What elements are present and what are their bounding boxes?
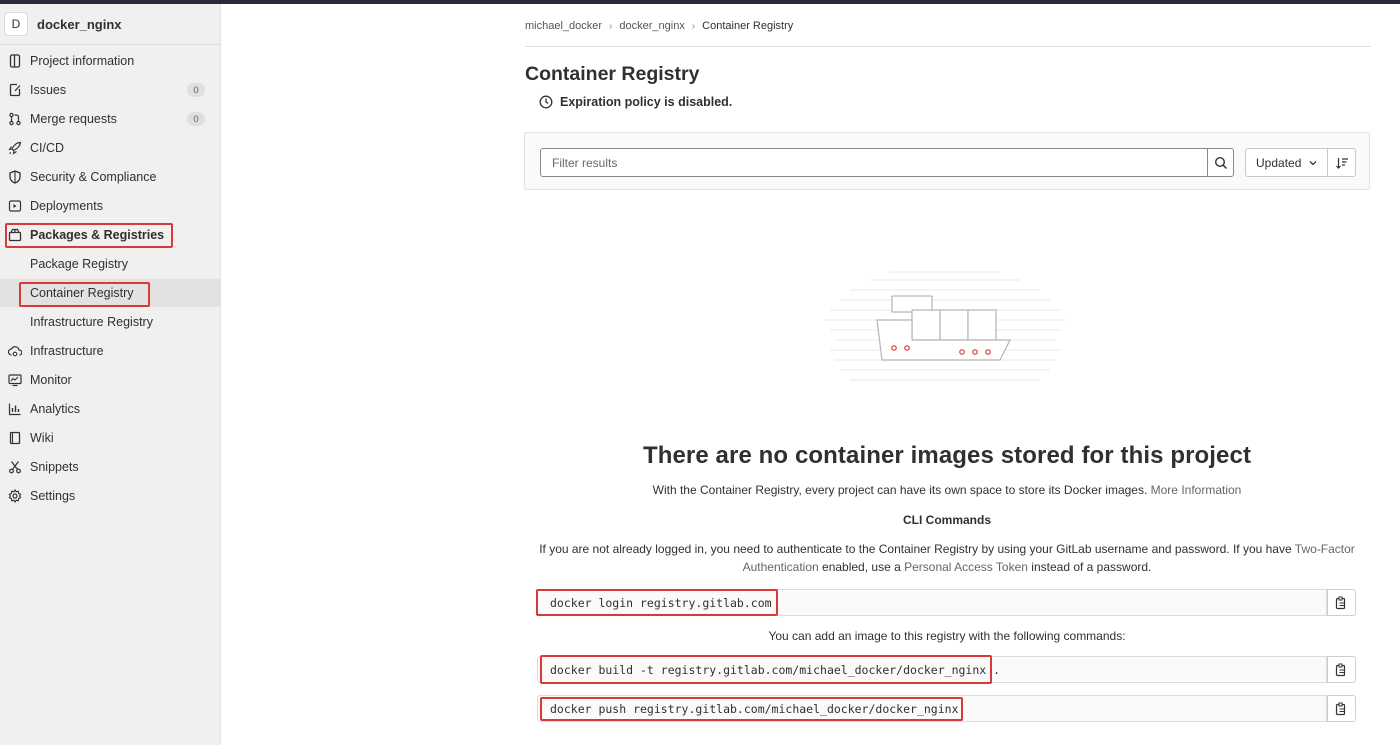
sidebar-item-analytics[interactable]: Analytics <box>0 395 221 423</box>
sidebar-item-label: Monitor <box>30 373 72 387</box>
copy-icon <box>1335 663 1346 676</box>
copy-icon <box>1335 596 1346 609</box>
cli-note-text: instead of a password. <box>1031 560 1152 574</box>
sidebar-item-label: Deployments <box>30 199 103 213</box>
sidebar-item-label: Wiki <box>30 431 54 445</box>
sidebar-item-label: Issues <box>30 83 67 97</box>
shield-icon <box>9 170 21 184</box>
container-ship-illustration <box>825 271 1065 381</box>
personal-access-token-link[interactable]: Personal Access Token <box>904 560 1028 574</box>
copy-build-command-button[interactable] <box>1327 656 1356 683</box>
sidebar-item-label: Merge requests <box>30 112 117 126</box>
sort-lowest-icon <box>1335 157 1348 169</box>
cloud-gear-icon <box>8 346 22 357</box>
empty-state-description: With the Container Registry, every proje… <box>524 483 1370 497</box>
monitor-icon <box>8 374 22 387</box>
search-icon <box>1214 156 1227 169</box>
gear-icon <box>8 489 22 503</box>
filter-search-input[interactable] <box>540 148 1208 177</box>
login-command-row: docker login registry.gitlab.com <box>537 589 1356 616</box>
issues-count-badge: 0 <box>187 83 205 97</box>
project-name[interactable]: docker_nginx <box>37 17 122 32</box>
rocket-icon <box>8 141 22 155</box>
copy-push-command-button[interactable] <box>1327 695 1356 722</box>
sidebar-item-label: Package Registry <box>30 257 128 271</box>
page-title: Container Registry <box>525 63 700 85</box>
breadcrumb-item-group[interactable]: michael_docker <box>525 20 602 32</box>
chevron-down-icon <box>1309 160 1317 165</box>
issues-icon <box>9 83 21 97</box>
divider <box>525 46 1371 47</box>
project-header[interactable]: D docker_nginx <box>0 4 221 45</box>
breadcrumb-item-current[interactable]: Container Registry <box>702 20 793 32</box>
sidebar-item-package-registry[interactable]: Package Registry <box>0 250 221 278</box>
breadcrumb-item-project[interactable]: docker_nginx <box>619 20 684 32</box>
sidebar-item-infrastructure[interactable]: Infrastructure <box>0 337 221 365</box>
merge-requests-count-badge: 0 <box>187 112 205 126</box>
sidebar-item-label: Packages & Registries <box>30 228 165 242</box>
sort-dropdown[interactable]: Updated <box>1245 148 1328 177</box>
sidebar-item-issues[interactable]: Issues 0 <box>0 76 221 104</box>
sort-dropdown-label: Updated <box>1256 155 1302 170</box>
clock-icon <box>539 95 553 109</box>
build-command[interactable]: docker build -t registry.gitlab.com/mich… <box>537 656 1327 683</box>
scissors-icon <box>9 461 21 474</box>
sidebar-item-label: Infrastructure Registry <box>30 315 153 329</box>
chevron-right-icon: › <box>609 20 613 32</box>
empty-state-title: There are no container images stored for… <box>642 442 1252 469</box>
sidebar-item-snippets[interactable]: Snippets <box>0 453 221 481</box>
sidebar-item-label: Analytics <box>30 402 81 416</box>
chart-icon <box>8 403 21 416</box>
sidebar-item-label: Project information <box>30 54 135 68</box>
sort-direction-button[interactable] <box>1328 148 1356 177</box>
expiration-policy-status: Expiration policy is disabled. <box>539 95 732 109</box>
sidebar: D docker_nginx Project information Issue… <box>0 4 221 745</box>
cli-note-text: enabled, use a <box>822 560 901 574</box>
breadcrumb: michael_docker › docker_nginx › Containe… <box>525 20 793 32</box>
sidebar-item-deployments[interactable]: Deployments <box>0 192 221 220</box>
sidebar-item-ci-cd[interactable]: CI/CD <box>0 134 221 162</box>
sidebar-item-wiki[interactable]: Wiki <box>0 424 221 452</box>
search-button[interactable] <box>1207 148 1234 177</box>
sidebar-item-label: Container Registry <box>30 286 134 300</box>
sidebar-item-label: Infrastructure <box>30 344 104 358</box>
sidebar-item-packages-registries[interactable]: Packages & Registries <box>0 221 221 249</box>
sidebar-item-infrastructure-registry[interactable]: Infrastructure Registry <box>0 308 221 336</box>
sidebar-item-merge-requests[interactable]: Merge requests 0 <box>0 105 221 133</box>
cli-login-note: If you are not already logged in, you ne… <box>524 540 1370 576</box>
package-icon <box>8 228 22 242</box>
sidebar-item-label: CI/CD <box>30 141 65 155</box>
expiration-policy-text: Expiration policy is disabled. <box>560 95 733 109</box>
sidebar-item-container-registry[interactable]: Container Registry <box>0 279 221 307</box>
add-image-note: You can add an image to this registry wi… <box>768 629 1126 643</box>
sidebar-item-security-compliance[interactable]: Security & Compliance <box>0 163 221 191</box>
cli-note-text: If you are not already logged in, you ne… <box>539 542 1292 556</box>
chevron-right-icon: › <box>691 20 696 32</box>
push-command-row: docker push registry.gitlab.com/michael_… <box>537 695 1356 722</box>
merge-request-icon <box>9 112 21 126</box>
project-avatar[interactable]: D <box>4 12 28 36</box>
filter-bar: Updated <box>524 132 1370 190</box>
build-command-row: docker build -t registry.gitlab.com/mich… <box>537 656 1356 683</box>
cli-commands-heading: CLI Commands <box>902 513 991 527</box>
login-command[interactable]: docker login registry.gitlab.com <box>537 589 1327 616</box>
sidebar-item-label: Security & Compliance <box>30 170 157 184</box>
project-icon <box>9 54 21 68</box>
more-information-link[interactable]: More Information <box>1151 483 1242 497</box>
push-command[interactable]: docker push registry.gitlab.com/michael_… <box>537 695 1327 722</box>
sidebar-item-label: Snippets <box>30 460 79 474</box>
book-icon <box>9 431 21 445</box>
copy-icon <box>1335 702 1346 715</box>
sidebar-item-settings[interactable]: Settings <box>0 482 221 510</box>
sidebar-item-monitor[interactable]: Monitor <box>0 366 221 394</box>
sidebar-item-label: Settings <box>30 489 76 503</box>
sidebar-item-project-information[interactable]: Project information <box>0 47 221 75</box>
empty-state-desc-text: With the Container Registry, every proje… <box>652 483 1148 497</box>
deployments-icon <box>8 200 22 212</box>
copy-login-command-button[interactable] <box>1327 589 1356 616</box>
